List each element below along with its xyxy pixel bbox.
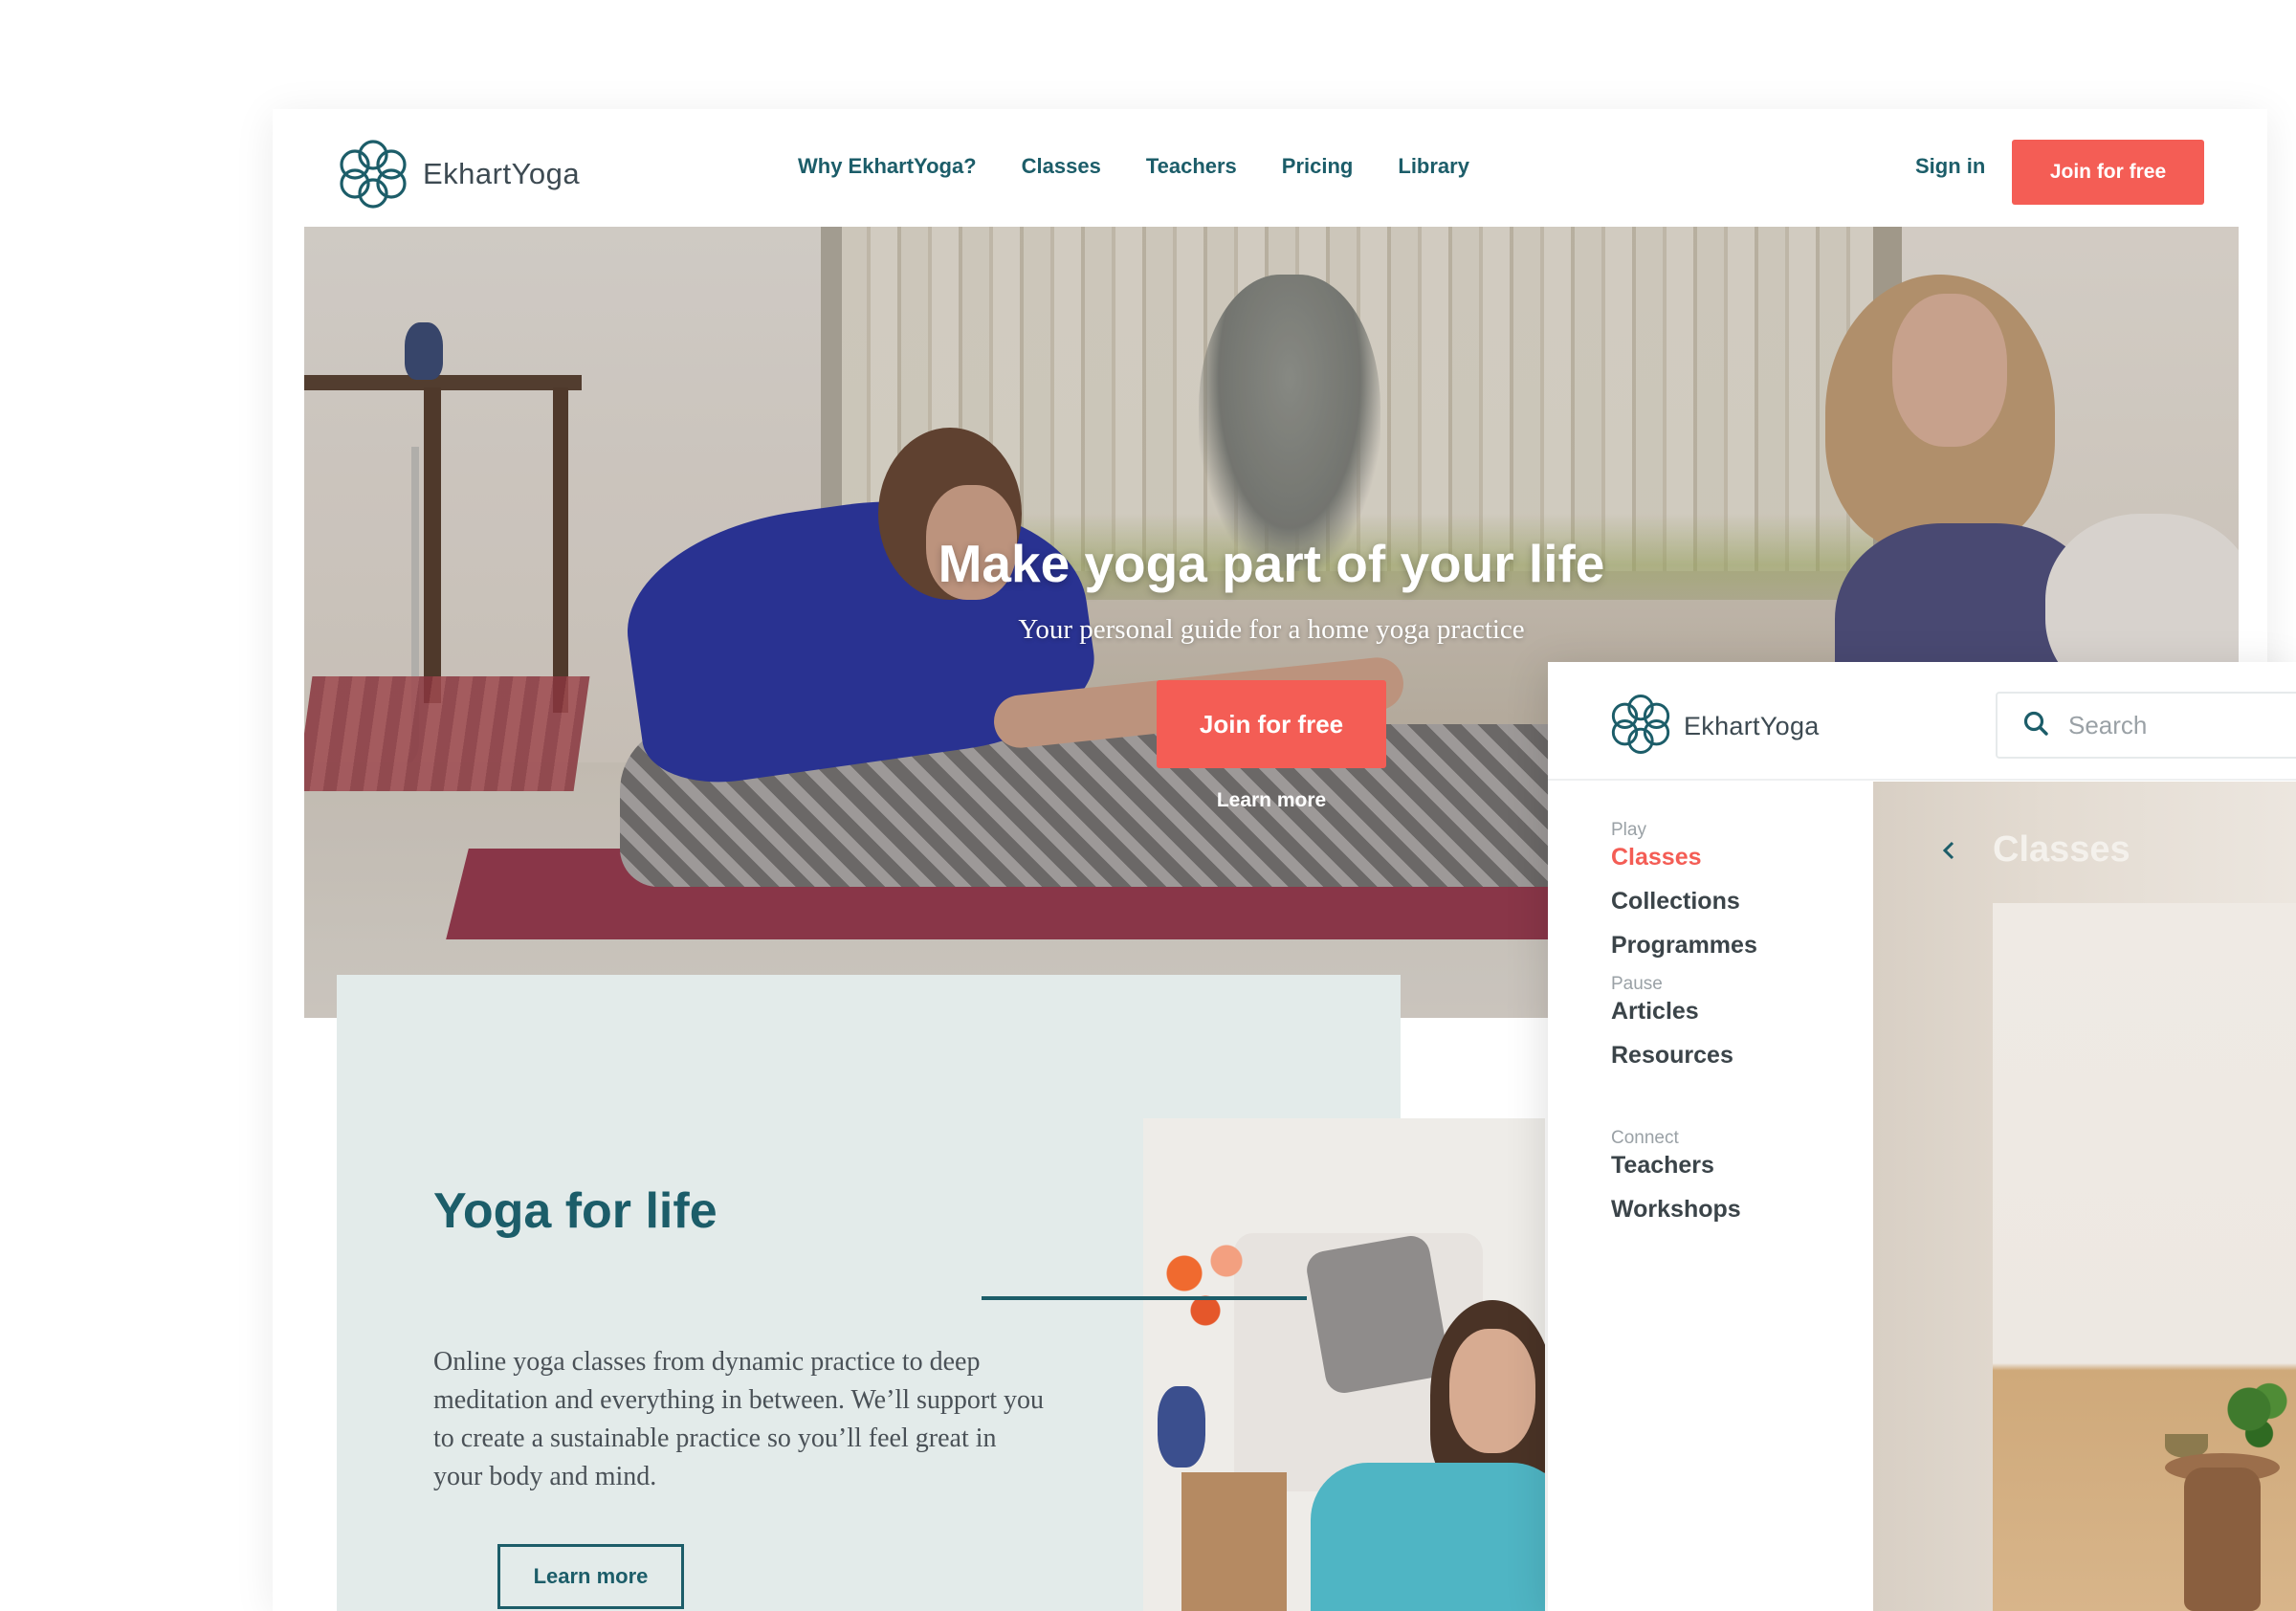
meditation-photo bbox=[1143, 1118, 1545, 1611]
app-preview-card: EkhartYoga Play Classes Collections Prog… bbox=[1548, 662, 2296, 1611]
classes-photo[interactable] bbox=[1993, 903, 2296, 1611]
search-box[interactable] bbox=[1996, 692, 2296, 759]
meditation-photo-flowers bbox=[1153, 1224, 1258, 1348]
classes-photo-stool bbox=[2184, 1468, 2261, 1611]
menu-group-pause: Pause bbox=[1611, 974, 1663, 994]
meditation-photo-woman-face bbox=[1449, 1329, 1535, 1453]
yoga-for-life-body: Online yoga classes from dynamic practic… bbox=[433, 1347, 1044, 1491]
app-sidebar-menu: Play Classes Collections Programmes Paus… bbox=[1548, 782, 1873, 1611]
app-header: EkhartYoga bbox=[1548, 662, 2296, 781]
app-brand-logo[interactable]: EkhartYoga bbox=[1609, 691, 1820, 762]
menu-item-classes[interactable]: Classes bbox=[1611, 844, 1702, 872]
nav-classes[interactable]: Classes bbox=[1022, 154, 1101, 179]
yoga-for-life-title: Yoga for life bbox=[433, 1183, 718, 1239]
app-content-area: Classes bbox=[1873, 782, 2296, 1611]
hero-title: Make yoga part of your life bbox=[938, 534, 1605, 593]
chevron-left-icon[interactable] bbox=[1940, 839, 1957, 869]
brand-logo[interactable]: EkhartYoga bbox=[337, 136, 580, 212]
app-brand-name: EkhartYoga bbox=[1684, 712, 1820, 740]
menu-item-resources[interactable]: Resources bbox=[1611, 1042, 1733, 1070]
nav-library[interactable]: Library bbox=[1398, 154, 1469, 179]
meditation-photo-side-table bbox=[1181, 1472, 1287, 1611]
sign-in-link[interactable]: Sign in bbox=[1915, 154, 1985, 179]
lotus-logo-icon bbox=[337, 136, 409, 212]
learn-more-button[interactable]: Learn more bbox=[497, 1544, 684, 1609]
meditation-photo-vase bbox=[1158, 1386, 1205, 1468]
meditation-photo-blanket bbox=[1311, 1463, 1545, 1611]
search-icon bbox=[2022, 710, 2049, 741]
search-input[interactable] bbox=[2068, 710, 2279, 740]
menu-item-workshops[interactable]: Workshops bbox=[1611, 1196, 1741, 1224]
main-nav: Why EkhartYoga? Classes Teachers Pricing… bbox=[798, 154, 1514, 179]
menu-group-connect: Connect bbox=[1611, 1128, 1679, 1148]
classes-photo-plant bbox=[2222, 1377, 2289, 1458]
nav-why-ekhartyoga[interactable]: Why EkhartYoga? bbox=[798, 154, 977, 179]
menu-item-teachers[interactable]: Teachers bbox=[1611, 1152, 1714, 1180]
menu-item-programmes[interactable]: Programmes bbox=[1611, 932, 1757, 960]
brand-name: EkhartYoga bbox=[423, 157, 581, 190]
meditation-photo-pillow bbox=[1303, 1232, 1452, 1397]
hero-subtitle: Your personal guide for a home yoga prac… bbox=[1018, 614, 1525, 645]
content-title: Classes bbox=[1993, 829, 2130, 870]
join-for-free-button-hero[interactable]: Join for free bbox=[1157, 680, 1386, 768]
nav-teachers[interactable]: Teachers bbox=[1146, 154, 1237, 179]
menu-group-play: Play bbox=[1611, 820, 1646, 840]
lotus-logo-icon bbox=[1609, 691, 1672, 762]
menu-item-articles[interactable]: Articles bbox=[1611, 998, 1699, 1026]
nav-pricing[interactable]: Pricing bbox=[1282, 154, 1354, 179]
join-for-free-button-header[interactable]: Join for free bbox=[2012, 140, 2204, 205]
top-navigation: EkhartYoga Why EkhartYoga? Classes Teach… bbox=[273, 109, 2267, 227]
menu-item-collections[interactable]: Collections bbox=[1611, 888, 1740, 916]
decorative-divider-line bbox=[982, 1296, 1307, 1300]
